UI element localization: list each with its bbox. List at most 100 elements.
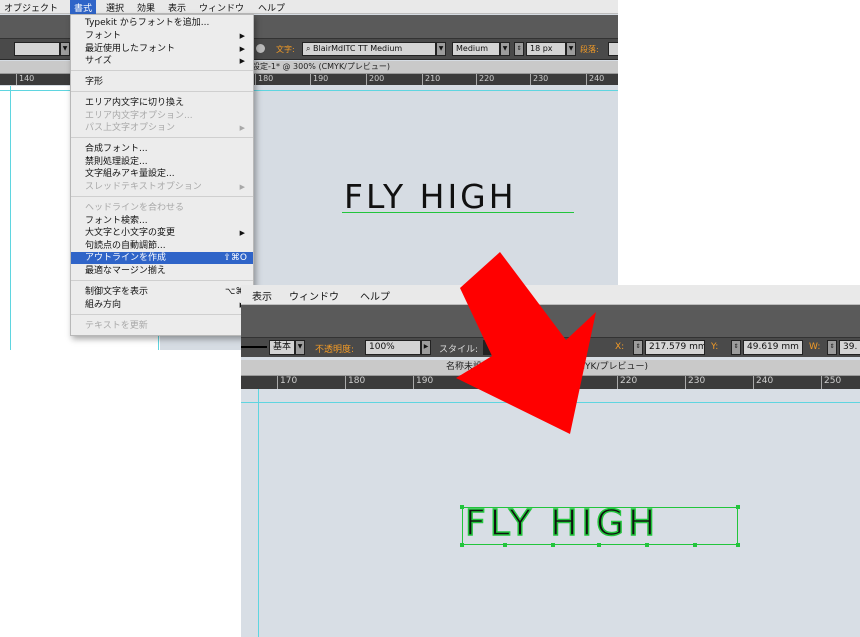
ruler-tick: 220 [476,74,494,85]
y-label: Y: [711,342,719,352]
ruler-tick: 240 [753,376,773,389]
stepper-icon[interactable]: ⇕ [731,340,741,355]
ruler-tick: 190 [310,74,328,85]
stepper-icon[interactable]: ⇕ [514,42,524,56]
menu-separator [71,70,253,71]
menu-window[interactable]: ウィンドウ [289,288,339,303]
menu-window[interactable]: ウィンドウ [199,1,244,14]
menu-item-find-font[interactable]: フォント検索... [71,215,253,227]
menu-item-size[interactable]: サイズ ▶ [71,55,253,67]
stroke-line-icon [241,346,267,348]
type-menu-dropdown: Typekit からフォントを追加... フォント ▶ 最近使用したフォント ▶ サ… [70,14,254,336]
search-icon: ⌕ [306,44,314,53]
anchor-point[interactable] [503,543,507,547]
menu-separator [71,314,253,315]
chevron-right-icon: ▶ [239,45,245,53]
chevron-down-icon[interactable]: ▼ [566,42,576,56]
menu-item-update-text: テキストを更新 [85,321,148,331]
width-field[interactable]: 39. [839,340,860,355]
menu-item-show-hidden-chars[interactable]: 制御文字を表示 ⌥⌘I [71,286,253,298]
chevron-down-icon[interactable]: ▼ [60,42,70,56]
menu-item-change-case[interactable]: 大文字と小文字の変更 ▶ [71,227,253,239]
ruler-tick: 170 [277,376,297,389]
anchor-point[interactable] [460,505,464,509]
menu-item-optical-margin[interactable]: 最適なマージン揃え [71,265,253,277]
ruler-tick: 230 [685,376,705,389]
menu-help[interactable]: ヘルプ [258,1,285,14]
artwork-text[interactable]: FLY HIGH [344,180,517,214]
stepper-icon[interactable]: ⇕ [827,340,837,355]
red-arrow-icon [456,252,596,434]
chevron-down-icon[interactable]: ▼ [500,42,510,56]
ruler-tick: 140 [16,74,34,85]
menu-select[interactable]: 選択 [106,1,124,14]
ruler-tick: 250 [821,376,841,389]
anchor-point[interactable] [736,505,740,509]
menu-item-recent-fonts[interactable]: 最近使用したフォント ▶ [71,43,253,55]
menu-view[interactable]: 表示 [252,288,272,303]
menu-separator [71,280,253,281]
menu-item-path-type-options: パス上文字オプション ▶ [85,123,245,133]
w-label: W: [809,342,821,352]
opacity-field[interactable]: 100% [365,340,421,355]
chevron-right-icon[interactable]: ▶ [421,340,431,355]
ruler-tick: 200 [366,74,384,85]
chevron-down-icon[interactable]: ▼ [295,340,305,355]
menu-object[interactable]: オブジェクト [4,1,58,14]
align-icon[interactable] [608,42,618,56]
ruler-tick: 180 [345,376,365,389]
anchor-point[interactable] [551,543,555,547]
y-position-field[interactable]: 49.619 mm [743,340,803,355]
ruler-tick: 220 [617,376,637,389]
menu-item-threaded-text: スレッドテキストオプション ▶ [85,182,245,192]
menu-type[interactable]: 書式 [70,0,97,14]
menu-view[interactable]: 表示 [168,1,186,14]
menu-effect[interactable]: 効果 [137,1,155,14]
menu-item-area-type[interactable]: エリア内文字に切り換え [71,97,253,109]
fill-dropdown[interactable] [14,42,60,56]
stepper-icon[interactable]: ⇕ [633,340,643,355]
font-family-value: BlairMdITC TT Medium [313,44,403,53]
text-baseline [342,212,574,213]
font-family-dropdown[interactable]: ⌕ BlairMdITC TT Medium [302,42,436,56]
x-label: X: [615,342,625,352]
anchor-point[interactable] [693,543,697,547]
globe-icon[interactable] [256,44,265,53]
font-size-field[interactable]: 18 px [526,42,566,56]
anchor-point[interactable] [460,543,464,547]
guide-line [10,86,11,350]
menu-item-composite-fonts[interactable]: 合成フォント... [71,143,253,155]
menu-help[interactable]: ヘルプ [360,288,390,303]
chevron-right-icon: ▶ [239,229,245,237]
ruler-tick: 180 [255,74,273,85]
anchor-point[interactable] [736,543,740,547]
menu-item-kinsoku[interactable]: 禁則処理設定... [71,156,253,168]
x-position-field[interactable]: 217.579 mm [645,340,705,355]
menu-item-mojikumi[interactable]: 文字組みアキ量設定... [71,168,253,180]
anchor-point[interactable] [645,543,649,547]
anchor-point[interactable] [597,543,601,547]
menu-item-typekit[interactable]: Typekit からフォントを追加... [71,17,253,29]
chevron-right-icon: ▶ [239,57,245,65]
menu-item-fit-headline: ヘッドラインを合わせる [85,203,185,213]
ruler-tick: 190 [413,376,433,389]
ruler-tick: 240 [586,74,604,85]
menu-separator [71,137,253,138]
selection-bounding-box[interactable] [462,507,738,545]
menu-item-smart-punctuation[interactable]: 句読点の自動調節... [71,240,253,252]
menu-item-type-orientation[interactable]: 組み方向▶ [71,299,253,311]
menu-item-font[interactable]: フォント ▶ [71,30,253,42]
ruler-tick: 230 [530,74,548,85]
opacity-label: 不透明度: [315,345,355,355]
font-label: 文字: [276,45,295,54]
font-style-dropdown[interactable]: Medium [452,42,500,56]
menu-item-create-outlines[interactable]: アウトラインを作成 ⇧⌘O [71,252,253,264]
chevron-down-icon[interactable]: ▼ [436,42,446,56]
ruler-tick: 210 [422,74,440,85]
chevron-right-icon: ▶ [239,183,245,191]
menu-separator [71,91,253,92]
stroke-profile-dropdown[interactable]: 基本 [269,340,295,355]
paragraph-label: 段落: [580,45,599,54]
menu-item-glyphs[interactable]: 字形 [71,76,253,88]
menu-item-area-type-options: エリア内文字オプション... [85,111,193,121]
